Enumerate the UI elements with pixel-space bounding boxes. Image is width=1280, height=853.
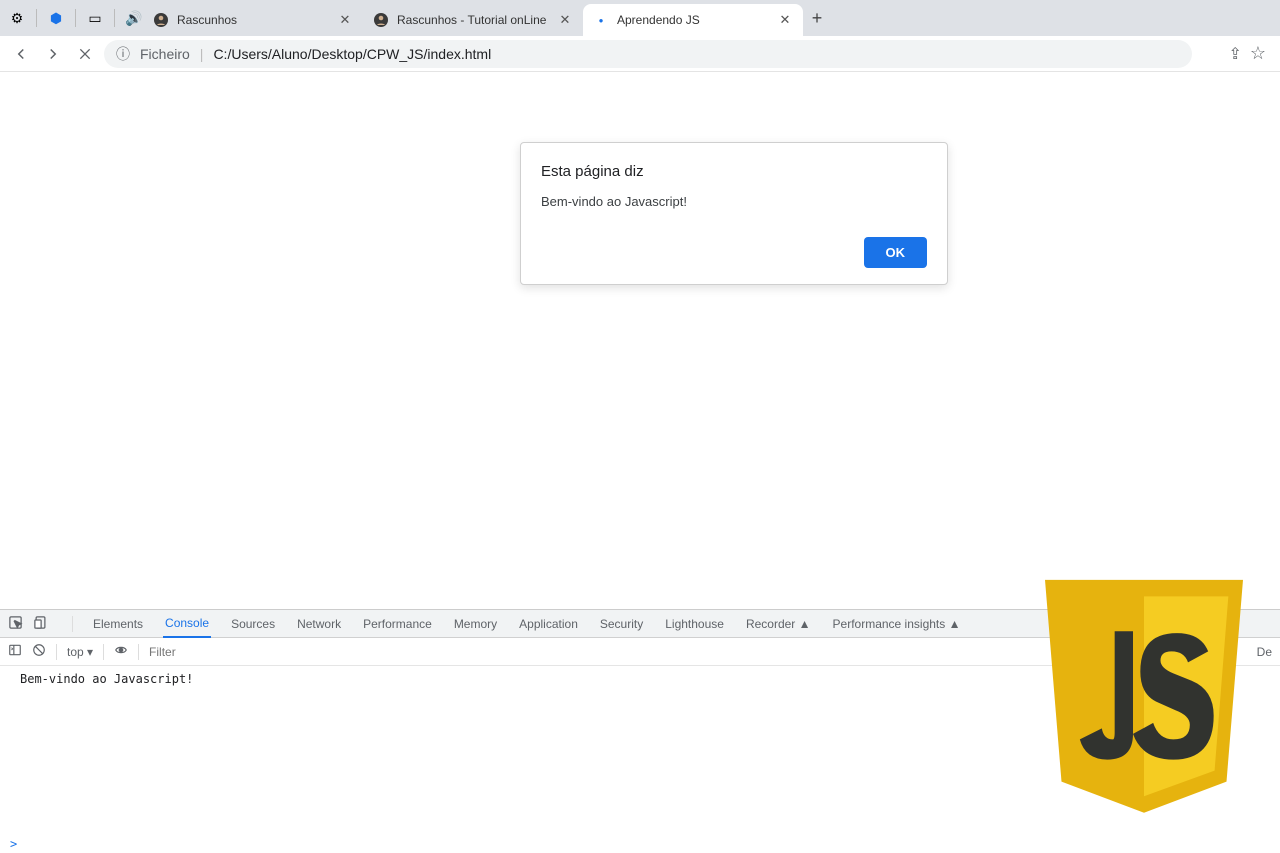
favicon-icon [153,12,169,28]
tab-label: Aprendendo JS [617,13,769,27]
context-selector[interactable]: top ▾ [67,645,93,659]
devtools-tab-elements[interactable]: Elements [91,610,145,638]
devtools-tab-application[interactable]: Application [517,610,580,638]
devtools-tab-security[interactable]: Security [598,610,645,638]
tab-aprendendo-js[interactable]: ● Aprendendo JS ✕ [583,4,803,36]
new-tab-button[interactable]: + [803,4,831,32]
address-bar[interactable]: ⓘ Ficheiro | C:/Users/Aluno/Desktop/CPW_… [104,40,1192,68]
audio-icon[interactable]: 🔊 [125,10,143,27]
stop-button[interactable] [72,41,98,67]
devtools-tab-recorder[interactable]: Recorder ▲ [744,610,813,638]
close-icon[interactable]: ✕ [337,12,353,28]
back-button[interactable] [8,41,34,67]
star-icon[interactable]: ☆ [1250,43,1266,64]
window-icon[interactable]: ▭ [86,10,104,27]
clear-console-icon[interactable] [32,643,46,660]
tab-rascunhos-tutorial[interactable]: Rascunhos - Tutorial onLine ✕ [363,4,583,36]
url-path: C:/Users/Aluno/Desktop/CPW_JS/index.html [213,46,491,62]
dialog-message: Bem-vindo ao Javascript! [541,194,927,209]
close-icon[interactable]: ✕ [557,12,573,28]
inspect-icon[interactable] [8,615,23,633]
live-expression-icon[interactable] [114,643,128,660]
device-toggle-icon[interactable] [33,615,48,633]
devtools-tab-console[interactable]: Console [163,610,211,638]
tab-label: Rascunhos - Tutorial onLine [397,13,549,27]
close-icon[interactable]: ✕ [777,12,793,28]
url-divider: | [200,46,204,62]
devtools-tab-network[interactable]: Network [295,610,343,638]
console-prompt[interactable]: > [0,835,1280,853]
javascript-alert-dialog: Esta página diz Bem-vindo ao Javascript!… [520,142,948,285]
tab-rascunhos[interactable]: Rascunhos ✕ [143,4,363,36]
favicon-icon: ● [593,12,609,28]
browser-toolbar: ⓘ Ficheiro | C:/Users/Aluno/Desktop/CPW_… [0,36,1280,72]
page-content: Esta página diz Bem-vindo ao Javascript!… [0,72,1280,609]
tab-label: Rascunhos [177,13,329,27]
devtools-tab-performance[interactable]: Performance [361,610,434,638]
devtools-tab-lighthouse[interactable]: Lighthouse [663,610,726,638]
info-icon[interactable]: ⓘ [116,44,130,64]
devtools-tab-memory[interactable]: Memory [452,610,499,638]
console-sidebar-toggle-icon[interactable] [8,643,22,660]
browser-tabstrip: ⚙ ⬢ ▭ 🔊 Rascunhos ✕ Rascunhos - Tutorial… [0,0,1280,36]
gear-icon[interactable]: ⚙ [8,10,26,27]
devtools-tab-sources[interactable]: Sources [229,610,277,638]
shield-icon[interactable]: ⬢ [47,10,65,27]
url-scheme-label: Ficheiro [140,46,190,62]
console-levels-label[interactable]: De [1257,645,1272,659]
devtools-tab-perf-insights[interactable]: Performance insights ▲ [831,610,963,638]
dialog-title: Esta página diz [541,163,927,180]
system-icons: ⚙ ⬢ ▭ 🔊 [8,9,143,27]
share-icon[interactable]: ⇪ [1228,44,1241,64]
forward-button[interactable] [40,41,66,67]
favicon-icon [373,12,389,28]
javascript-logo [1034,575,1254,825]
ok-button[interactable]: OK [864,237,928,268]
